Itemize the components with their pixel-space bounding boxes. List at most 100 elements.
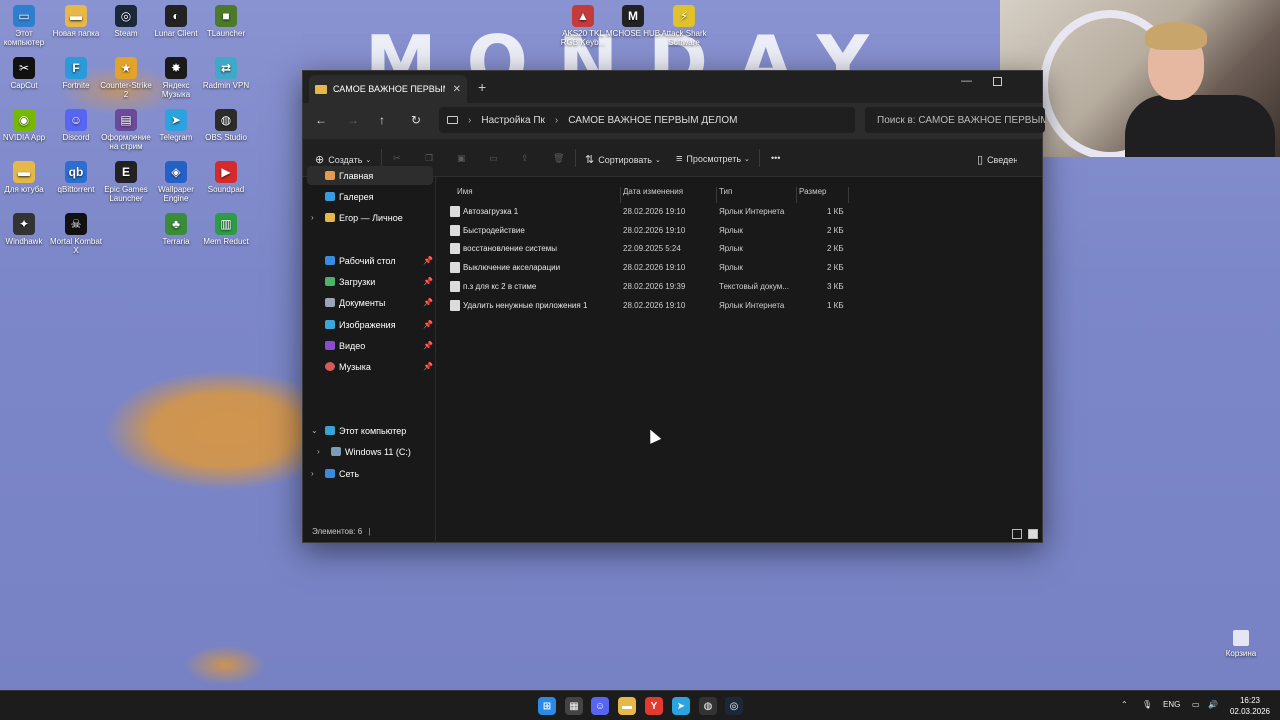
details-button[interactable]: ▯ Сведения: [977, 153, 1017, 166]
desktop-shortcut[interactable]: ♣ Terraria: [148, 213, 204, 246]
discord-icon[interactable]: ☺: [591, 697, 609, 715]
pin-icon[interactable]: 📌: [423, 256, 433, 265]
desktop-shortcut[interactable]: ▬ Новая папка: [48, 5, 104, 38]
file-row[interactable]: восстановление системы 22.09.2025 5:24 Ярл…: [447, 240, 847, 258]
file-row[interactable]: Быстродействие 28.02.2026 19:10 Ярлык 2 КБ: [447, 222, 847, 240]
pin-icon[interactable]: 📌: [423, 362, 433, 371]
desktop-shortcut[interactable]: ⚡ Attack Shark Software: [656, 5, 712, 47]
desktop-shortcut[interactable]: ◎ Steam: [98, 5, 154, 38]
start-icon[interactable]: ⊞: [538, 697, 556, 715]
file-explorer-icon[interactable]: ▬: [618, 697, 636, 715]
file-row[interactable]: Удалить ненужные приложения 1 28.02.2026 …: [447, 297, 847, 315]
pin-icon[interactable]: 📌: [423, 341, 433, 350]
nav-item-desktop[interactable]: Рабочий стол 📌: [307, 251, 433, 270]
desktop-shortcut[interactable]: ⇄ Radmin VPN: [198, 57, 254, 90]
desktop-shortcut[interactable]: ◉ NVIDIA App: [0, 109, 52, 142]
file-row[interactable]: Выключение акселарации 28.02.2026 19:10 Яр…: [447, 259, 847, 277]
nav-item-home[interactable]: Главная: [307, 166, 433, 185]
more-options-button[interactable]: •••: [771, 153, 780, 163]
paste-icon[interactable]: ▣: [457, 153, 466, 164]
delete-icon[interactable]: 🗑: [553, 153, 564, 164]
desktop-shortcut[interactable]: ★ Counter-Strike 2: [98, 57, 154, 99]
file-row[interactable]: Автозагрузка 1 28.02.2026 19:10 Ярлык Инте…: [447, 203, 847, 221]
nav-item-drive-c[interactable]: › Windows 11 (C:): [307, 442, 433, 461]
chevron-right-icon[interactable]: ›: [311, 213, 314, 222]
desktop-shortcut[interactable]: ▲ AKS20 TKL RGB Keyb...: [555, 5, 611, 47]
address-bar[interactable]: › Настройка Пк › САМОЕ ВАЖНОЕ ПЕРВЫМ ДЕЛ…: [439, 107, 855, 133]
desktop-shortcut[interactable]: ▶ Soundpad: [198, 161, 254, 194]
desktop-shortcut[interactable]: ☠ Mortal Kombat X: [48, 213, 104, 255]
copy-icon[interactable]: ❐: [425, 153, 433, 164]
desktop-shortcut[interactable]: F Fortnite: [48, 57, 104, 90]
yandex-browser-icon[interactable]: Y: [645, 697, 663, 715]
desktop-shortcut[interactable]: ▭ Этот компьютер: [0, 5, 52, 47]
steam-icon[interactable]: ◎: [725, 697, 743, 715]
desktop-shortcut[interactable]: ◈ Wallpaper Engine: [148, 161, 204, 203]
close-tab-icon[interactable]: ✕: [453, 84, 461, 95]
desktop-shortcut[interactable]: E Epic Games Launcher: [98, 161, 154, 203]
tiles-view-icon[interactable]: [1028, 529, 1038, 539]
nav-item-documents[interactable]: Документы 📌: [307, 293, 433, 312]
telegram-icon[interactable]: ➤: [672, 697, 690, 715]
language-indicator[interactable]: ENG: [1163, 700, 1180, 709]
share-icon[interactable]: ⇪: [521, 153, 529, 164]
minimize-button[interactable]: —: [961, 75, 972, 87]
create-button[interactable]: ⊕ Создать ⌄: [315, 153, 371, 166]
chevron-right-icon[interactable]: ›: [317, 447, 320, 456]
refresh-icon[interactable]: ↻: [411, 113, 421, 127]
desktop-shortcut[interactable]: ✂ CapCut: [0, 57, 52, 90]
nav-item-gallery[interactable]: Галерея: [307, 187, 433, 206]
column-header-type[interactable]: Тип: [719, 187, 797, 203]
desktop-shortcut[interactable]: ▥ Mem Reduct: [198, 213, 254, 246]
nav-item-music[interactable]: Музыка 📌: [307, 357, 433, 376]
desktop-shortcut[interactable]: ➤ Telegram: [148, 109, 204, 142]
nav-item-downloads[interactable]: Загрузки 📌: [307, 272, 433, 291]
nav-item-personal[interactable]: › Егор — Личное: [307, 208, 433, 227]
pin-icon[interactable]: 📌: [423, 298, 433, 307]
file-row[interactable]: п.з для кс 2 в стиме 28.02.2026 19:39 Текс…: [447, 278, 847, 296]
desktop-shortcut[interactable]: M MCHOSE HUB: [605, 5, 661, 38]
microphone-icon[interactable]: 🎙: [1142, 700, 1152, 709]
pin-icon[interactable]: 📌: [423, 320, 433, 329]
clock[interactable]: 16:23 02.03.2026: [1226, 695, 1274, 717]
column-header-date[interactable]: Дата изменения: [623, 187, 717, 203]
forward-arrow-icon[interactable]: →: [347, 113, 359, 127]
rename-icon[interactable]: ▭: [489, 153, 498, 164]
breadcrumb-item[interactable]: САМОЕ ВАЖНОЕ ПЕРВЫМ ДЕЛОМ: [568, 115, 737, 126]
back-arrow-icon[interactable]: ←: [315, 113, 327, 127]
calculator-icon[interactable]: ▦: [565, 697, 583, 715]
pin-icon[interactable]: 📌: [423, 277, 433, 286]
tab-current-folder[interactable]: САМОЕ ВАЖНОЕ ПЕРВЫМ ДЕЛОМ ✕: [309, 75, 467, 103]
sort-button[interactable]: ⇅ Сортировать ⌄: [585, 153, 661, 166]
view-button[interactable]: ≡ Просмотреть ⌄: [676, 153, 750, 165]
search-input[interactable]: Поиск в: САМОЕ ВАЖНОЕ ПЕРВЫМ ДЕЛОМ: [865, 107, 1045, 133]
breadcrumb-item[interactable]: Настройка Пк: [481, 115, 545, 126]
desktop-shortcut[interactable]: ◍ OBS Studio: [198, 109, 254, 142]
chevron-right-icon[interactable]: ›: [311, 469, 314, 478]
column-header-name[interactable]: Имя: [457, 187, 621, 203]
monitor-icon[interactable]: ▭: [1192, 700, 1200, 709]
nav-item-this-pc[interactable]: ⌄ Этот компьютер: [307, 421, 433, 440]
chevron-up-icon[interactable]: ⌃: [1121, 700, 1128, 709]
up-arrow-icon[interactable]: ↑: [379, 113, 385, 127]
desktop-shortcut[interactable]: ✦ Windhawk: [0, 213, 52, 246]
desktop-shortcut[interactable]: ■ TLauncher: [198, 5, 254, 38]
details-view-icon[interactable]: [1012, 529, 1022, 539]
nav-item-network[interactable]: › Сеть: [307, 464, 433, 483]
desktop-shortcut[interactable]: ▤ Оформление на стрим: [98, 109, 154, 151]
nav-item-pictures[interactable]: Изображения 📌: [307, 315, 433, 334]
cut-icon[interactable]: ✂: [393, 153, 401, 164]
desktop-shortcut[interactable]: ▬ Для ютуба: [0, 161, 52, 194]
obs-icon[interactable]: ◍: [699, 697, 717, 715]
column-header-size[interactable]: Размер: [799, 187, 849, 203]
maximize-button[interactable]: [993, 77, 1002, 86]
new-tab-button[interactable]: +: [478, 79, 486, 95]
desktop-shortcut[interactable]: qb qBittorrent: [48, 161, 104, 194]
desktop-shortcut[interactable]: ✸ Яндекс Музыка: [148, 57, 204, 99]
volume-icon[interactable]: 🔊: [1208, 700, 1218, 709]
desktop-shortcut[interactable]: ☺ Discord: [48, 109, 104, 142]
chevron-down-icon[interactable]: ⌄: [311, 426, 318, 435]
nav-item-videos[interactable]: Видео 📌: [307, 336, 433, 355]
recycle-bin[interactable]: Корзина: [1224, 630, 1258, 658]
desktop-shortcut[interactable]: ◐ Lunar Client: [148, 5, 204, 38]
